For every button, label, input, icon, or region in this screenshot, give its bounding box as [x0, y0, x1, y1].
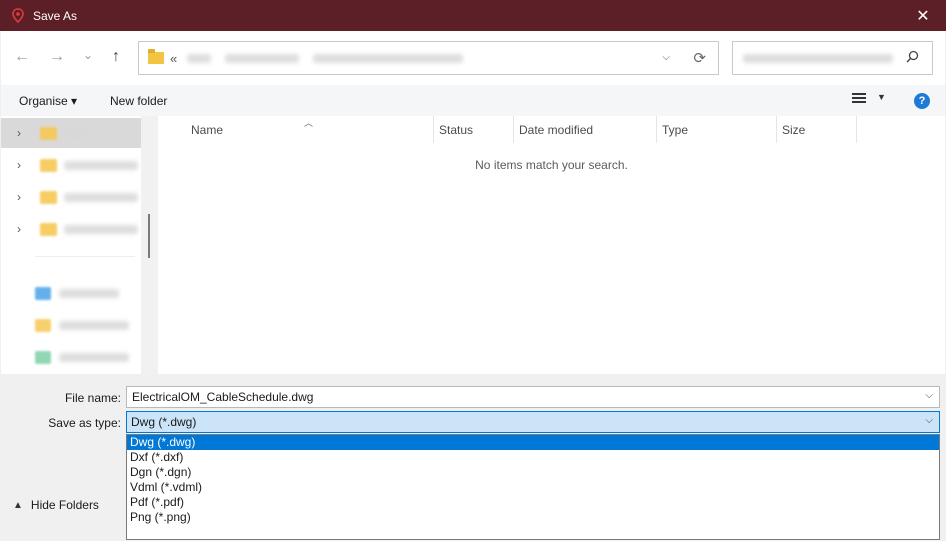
- view-options-icon[interactable]: [852, 93, 866, 105]
- quick-access-item[interactable]: [1, 278, 141, 308]
- back-arrow-icon[interactable]: ←: [12, 47, 32, 67]
- tree-item-label-blurred: [64, 128, 88, 138]
- navigation-pane-scrollbar[interactable]: [141, 116, 158, 374]
- hide-folders-button[interactable]: ▲ Hide Folders: [13, 498, 99, 512]
- navigation-bar: ← → ⌄ ↑ « ⌵ ⟳: [1, 31, 945, 85]
- expand-chevron-icon[interactable]: ›: [17, 222, 37, 236]
- search-box[interactable]: [732, 41, 933, 75]
- chevron-down-icon[interactable]: ⌵: [925, 415, 933, 426]
- column-header-status[interactable]: Status: [434, 116, 514, 143]
- recent-locations-chevron-icon[interactable]: ⌄: [78, 45, 98, 65]
- view-dropdown-chevron-icon[interactable]: ▼: [877, 92, 886, 102]
- column-header-size[interactable]: Size: [777, 116, 857, 143]
- folder-icon: [40, 222, 57, 236]
- organise-button[interactable]: Organise ▾: [19, 94, 77, 108]
- quick-access-label-blurred: [59, 352, 129, 362]
- column-header-label: Size: [782, 122, 806, 137]
- type-option[interactable]: Dwg (*.dwg): [127, 435, 939, 450]
- tree-item-label-blurred: [64, 224, 138, 234]
- folder-icon: [40, 158, 57, 172]
- expand-chevron-icon[interactable]: ›: [17, 190, 37, 204]
- hide-folders-label: Hide Folders: [30, 498, 99, 512]
- chevron-down-icon[interactable]: ⌵: [925, 390, 933, 401]
- type-option[interactable]: Vdml (*.vdml): [127, 480, 939, 495]
- address-dropdown-chevron-icon[interactable]: ⌵: [662, 52, 670, 63]
- expand-chevron-icon[interactable]: ›: [17, 126, 37, 140]
- type-option[interactable]: Dgn (*.dgn): [127, 465, 939, 480]
- address-bar[interactable]: « ⌵ ⟳: [138, 41, 719, 75]
- file-name-label: File name:: [64, 391, 121, 405]
- breadcrumb-item-blurred[interactable]: [313, 53, 464, 63]
- command-toolbar: Organise ▾ New folder ▼ ?: [1, 85, 945, 116]
- tree-item[interactable]: ›: [1, 150, 141, 180]
- divider: [35, 256, 135, 257]
- app-logo-icon: [11, 8, 25, 24]
- navigation-pane: › › › ›: [1, 116, 158, 374]
- downloads-icon: [35, 350, 51, 364]
- breadcrumb: [187, 53, 464, 63]
- search-icon[interactable]: [906, 50, 919, 66]
- title-bar: Save As ✕: [0, 0, 946, 31]
- type-option[interactable]: Pdf (*.pdf): [127, 495, 939, 510]
- file-name-value: ElectricalOM_CableSchedule.dwg: [132, 390, 314, 404]
- up-arrow-icon[interactable]: ↑: [106, 47, 126, 67]
- folder-icon: [148, 49, 164, 64]
- folder-icon: [35, 318, 51, 332]
- window-title: Save As: [33, 8, 78, 23]
- refresh-icon[interactable]: ⟳: [693, 49, 706, 67]
- quick-access-item[interactable]: [1, 342, 141, 372]
- help-icon[interactable]: ?: [914, 93, 930, 109]
- empty-message: No items match your search.: [475, 158, 628, 172]
- save-as-type-select[interactable]: Dwg (*.dwg) ⌵: [126, 411, 940, 433]
- quick-access-item[interactable]: [1, 310, 141, 340]
- column-header-date-modified[interactable]: Date modified: [514, 116, 657, 143]
- desktop-icon: [35, 286, 51, 300]
- column-header-label: Type: [662, 122, 689, 137]
- save-as-type-label: Save as type:: [48, 416, 121, 430]
- column-header-label: Date modified: [519, 122, 594, 137]
- tree-item[interactable]: ›: [1, 214, 141, 244]
- address-overflow-chevron[interactable]: «: [170, 51, 177, 66]
- new-folder-button[interactable]: New folder: [110, 94, 167, 108]
- file-list: ︿ Name Status Date modified Type Size No…: [158, 116, 945, 374]
- type-option[interactable]: Dxf (*.dxf): [127, 450, 939, 465]
- tree-item-label-blurred: [64, 160, 138, 170]
- type-option[interactable]: Png (*.png): [127, 510, 939, 525]
- tree-item-label-blurred: [64, 192, 138, 202]
- save-as-type-value: Dwg (*.dwg): [131, 415, 197, 429]
- close-icon[interactable]: ✕: [900, 0, 946, 31]
- folder-icon: [40, 126, 57, 140]
- save-as-type-dropdown-list: Dwg (*.dwg) Dxf (*.dxf) Dgn (*.dgn) Vdml…: [126, 434, 940, 540]
- column-header-type[interactable]: Type: [657, 116, 777, 143]
- column-header-name[interactable]: Name: [186, 116, 434, 143]
- tree-item[interactable]: ›: [1, 182, 141, 212]
- caret-up-icon: ▲: [13, 499, 23, 511]
- forward-arrow-icon[interactable]: →: [47, 47, 67, 67]
- column-header-label: Name: [191, 122, 224, 137]
- file-name-field[interactable]: ElectricalOM_CableSchedule.dwg ⌵: [126, 386, 940, 408]
- breadcrumb-item-blurred[interactable]: [225, 53, 300, 63]
- column-header-label: Status: [439, 122, 474, 137]
- expand-chevron-icon[interactable]: ›: [17, 158, 37, 172]
- folder-icon: [40, 190, 57, 204]
- scrollbar-thumb[interactable]: [148, 214, 150, 258]
- search-placeholder-blurred: [743, 54, 893, 63]
- breadcrumb-item-blurred[interactable]: [187, 53, 212, 63]
- quick-access-label-blurred: [59, 320, 129, 330]
- quick-access-label-blurred: [59, 288, 119, 298]
- tree-item[interactable]: ›: [1, 118, 141, 148]
